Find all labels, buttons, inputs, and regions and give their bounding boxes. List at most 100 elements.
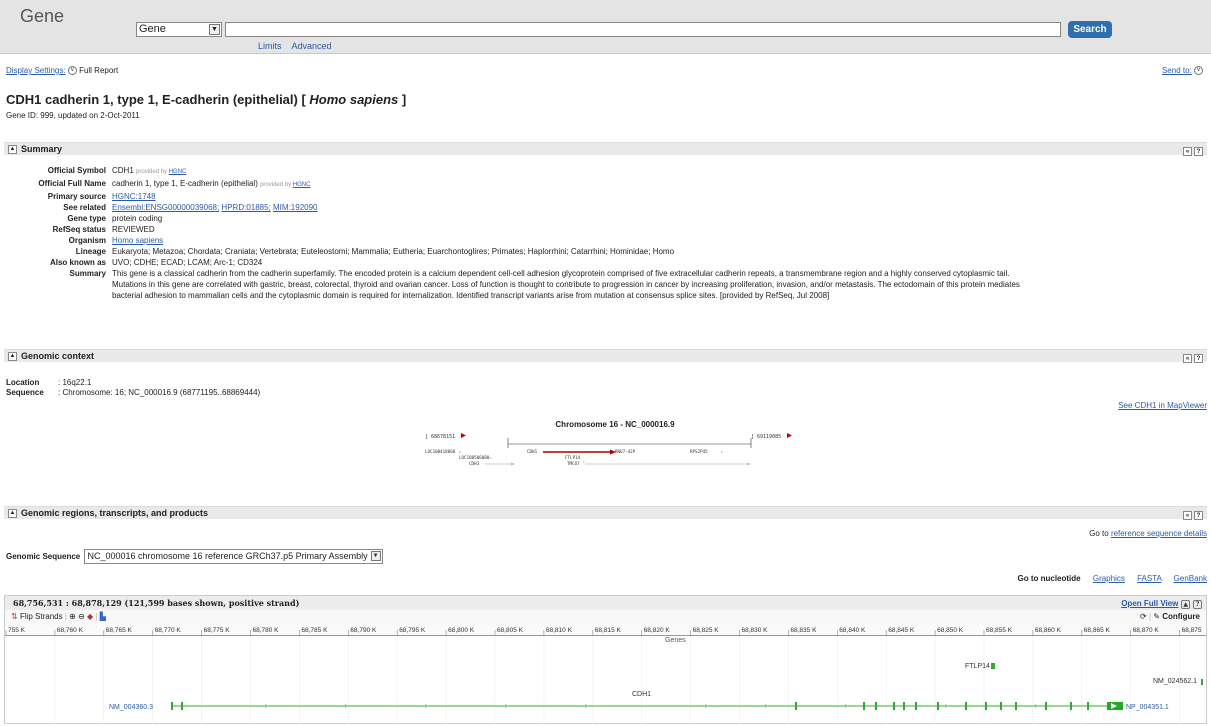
collapse-icon[interactable]: ▲ (8, 509, 17, 519)
gene-label-cdh1[interactable]: CDH1 (527, 449, 538, 454)
exon[interactable] (795, 702, 797, 710)
ruler-label: 68,825 K (693, 627, 720, 634)
ruler-label: 68,795 K (399, 627, 426, 634)
hgnc-link[interactable]: HGNC (169, 169, 187, 175)
right-coord: [ 69119085 (751, 434, 781, 440)
gene-logo[interactable]: Gene (20, 6, 64, 27)
position-ruler[interactable]: 755 K 68,760 K 68,765 K 68,770 K 68,775 K 68,… (5, 624, 1206, 636)
chevron-down-icon[interactable]: v (1194, 66, 1203, 76)
database-select[interactable]: Gene ▼ (136, 22, 222, 37)
help-icon[interactable]: ? (1193, 599, 1202, 609)
ruler-label: 68,870 K (1133, 627, 1160, 634)
configure-button[interactable]: Configure (1162, 612, 1200, 621)
fasta-link[interactable]: FASTA (1137, 574, 1161, 583)
gene-label-loc100418868[interactable]: LOC100418868 (425, 449, 456, 454)
gene-label-tmco7[interactable]: TMCO7 (567, 461, 580, 466)
nm024562-feature[interactable] (1201, 679, 1203, 685)
collapse-icon[interactable]: ▲ (8, 352, 17, 362)
ruler-label: 68,815 K (595, 627, 622, 634)
reference-sequence-details-link[interactable]: reference sequence details (1111, 529, 1207, 538)
summary-section-header[interactable]: ▲ Summary «? (4, 142, 1207, 156)
collapse-icon[interactable]: ▲ (1181, 599, 1191, 609)
exon[interactable] (915, 702, 917, 710)
hprd-link[interactable]: HPRD:01885; (221, 203, 270, 212)
collapse-all-icon[interactable]: « (1183, 147, 1192, 156)
wrench-icon[interactable]: ✎ (1153, 612, 1160, 621)
collapse-all-icon[interactable]: « (1183, 511, 1192, 520)
help-icon[interactable]: ? (1194, 147, 1203, 156)
flip-strands-button[interactable]: Flip Strands (20, 612, 63, 621)
exon[interactable] (893, 702, 895, 710)
primary-source-link[interactable]: HGNC:1748 (112, 192, 156, 201)
nm024562-label[interactable]: NM_024562.1 (1153, 678, 1197, 685)
search-button[interactable]: Search (1068, 21, 1112, 38)
mapviewer-link[interactable]: See CDH1 in MapViewer (1118, 401, 1207, 410)
help-icon[interactable]: ? (1194, 354, 1203, 363)
exon[interactable] (965, 702, 967, 710)
ruler-label: 68,850 K (937, 627, 964, 634)
genbank-link[interactable]: GenBank (1174, 574, 1207, 583)
viewer-title-bar: 68,756,531 : 68,878,129 (121,599 bases s… (5, 596, 1206, 610)
sequence-viewer[interactable]: 68,756,531 : 68,878,129 (121,599 bases s… (4, 595, 1207, 724)
exon[interactable] (171, 702, 173, 710)
chevron-down-icon[interactable]: ▼ (370, 551, 381, 561)
cdh1-track-label[interactable]: CDH1 (632, 691, 651, 698)
zoom-out-icon[interactable]: ⊖ (78, 612, 85, 621)
advanced-link[interactable]: Advanced (292, 41, 332, 51)
sequence-icon[interactable]: ▙ (100, 612, 106, 621)
ruler-label: 68,855 K (986, 627, 1013, 634)
exon[interactable] (1070, 702, 1072, 710)
chevron-down-icon[interactable]: ▼ (209, 24, 220, 35)
gene-label-ftlp14[interactable]: FTLP14 (565, 455, 581, 460)
gene-label-rps2p45[interactable]: RPS2P45 (690, 449, 708, 454)
gene-label-cdh3[interactable]: CDH3 (469, 461, 480, 466)
send-to-link[interactable]: Send to: (1162, 66, 1192, 75)
ftlp14-feature[interactable] (991, 663, 995, 669)
exon[interactable] (863, 702, 865, 710)
search-header: Gene Gene ▼ Search Limits Advanced (0, 0, 1211, 54)
transcript-label[interactable]: NM_004360.3 (109, 704, 153, 711)
help-icon[interactable]: ? (1194, 511, 1203, 520)
open-full-view-link[interactable]: Open Full View (1121, 599, 1178, 608)
limits-link[interactable]: Limits (258, 41, 282, 51)
ftlp14-label[interactable]: FTLP14 (965, 663, 990, 670)
mim-link[interactable]: MIM:192090 (273, 203, 317, 212)
exon[interactable] (875, 702, 877, 710)
exon[interactable] (1015, 702, 1017, 710)
database-select-value: Gene (139, 23, 166, 35)
exon[interactable] (903, 702, 905, 710)
hgnc-link[interactable]: HGNC (293, 182, 311, 188)
tracks-svg: Genes FTLP14 NM_024562.1 CDH1 NM_004360.… (5, 636, 1203, 724)
collapse-all-icon[interactable]: « (1183, 354, 1192, 363)
exon[interactable] (1087, 702, 1089, 710)
summary-line: Mutations in this gene are correlated wi… (112, 280, 1020, 289)
cdh1-transcript-model[interactable] (171, 702, 1123, 710)
exon[interactable] (985, 702, 987, 710)
display-settings-link[interactable]: Display Settings: (6, 66, 66, 75)
exon[interactable] (1045, 702, 1047, 710)
flip-icon[interactable]: ⇅ (11, 612, 18, 621)
row-label: Gene type (67, 214, 106, 223)
strand-arrow-icon (705, 704, 708, 708)
zoom-in-icon[interactable]: ⊕ (69, 612, 76, 621)
exon[interactable] (1000, 702, 1002, 710)
gene-tracks[interactable]: Genes FTLP14 NM_024562.1 CDH1 NM_004360.… (5, 636, 1206, 724)
genomic-context-section-header[interactable]: ▲ Genomic context «? (4, 349, 1207, 363)
ruler-svg: 755 K 68,760 K 68,765 K 68,770 K 68,775 K 68,… (5, 627, 1202, 636)
genomic-sequence-select[interactable]: NC_000016 chromosome 16 reference GRCh37… (84, 549, 383, 564)
chevron-down-icon[interactable]: v (67, 66, 77, 76)
refresh-icon[interactable]: ⟳ (1140, 612, 1147, 621)
ensembl-link[interactable]: Ensembl:ENSG00000039068; (112, 203, 219, 212)
exon[interactable] (181, 702, 183, 710)
genomic-regions-section-header[interactable]: ▲ Genomic regions, transcripts, and produ… (4, 506, 1207, 520)
gene-label-rnu7-42p[interactable]: RNU7-42P (615, 449, 636, 454)
protein-label[interactable]: NP_004351.1 (1126, 704, 1169, 711)
search-input[interactable] (225, 22, 1061, 37)
bookmark-icon[interactable]: ◆ (87, 612, 93, 621)
genomic-regions-title: Genomic regions, transcripts, and produc… (21, 508, 209, 518)
exon[interactable] (937, 702, 939, 710)
gene-label-loc100506080[interactable]: LOC100506080 (459, 455, 490, 460)
collapse-icon[interactable]: ▲ (8, 145, 17, 155)
organism-link[interactable]: Homo sapiens (112, 236, 163, 245)
graphics-link[interactable]: Graphics (1093, 574, 1125, 583)
